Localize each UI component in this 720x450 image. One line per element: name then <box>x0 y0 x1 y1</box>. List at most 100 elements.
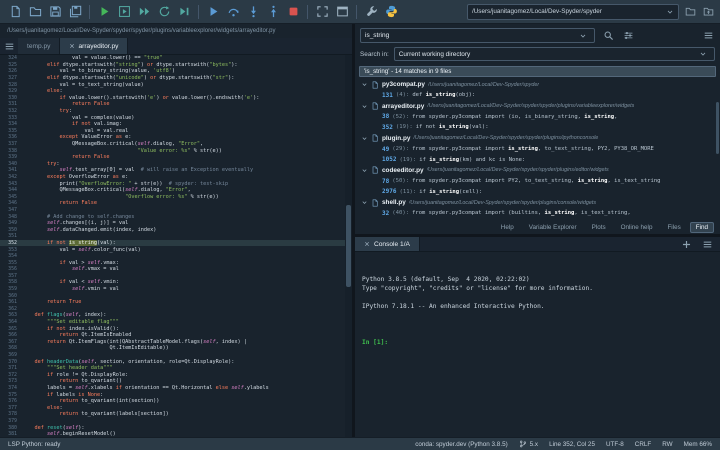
code-line[interactable]: 368 Qt.ItemIsEditable)) <box>0 345 352 352</box>
code-line[interactable]: 379 <box>0 418 352 425</box>
code-line[interactable]: 343 print("OverflowError: " + str(e)) # … <box>0 180 352 187</box>
fullscreen-icon[interactable] <box>334 4 350 20</box>
close-tab-icon[interactable] <box>69 43 75 49</box>
code-line[interactable]: 348 # Add change to self.changes <box>0 213 352 220</box>
run-selection-icon[interactable] <box>176 4 192 20</box>
parent-directory-icon[interactable] <box>701 5 715 19</box>
code-line[interactable]: 370 def headerData(self, section, orient… <box>0 358 352 365</box>
code-line[interactable]: 376 return to_qvariant(int(section)) <box>0 398 352 405</box>
code-line[interactable]: 338 "Value error: %s" % str(e)) <box>0 147 352 154</box>
code-line[interactable]: 335 val = val.real <box>0 128 352 135</box>
code-line[interactable]: 365 if not index.isValid(): <box>0 325 352 332</box>
find-match-row[interactable]: 2976(11):if is_string(cell): <box>355 187 720 198</box>
code-line[interactable]: 337 QMessageBox.critical(self.dialog, "E… <box>0 141 352 148</box>
code-line[interactable]: 356 self.vmax = val <box>0 266 352 273</box>
browse-directory-icon[interactable] <box>683 5 697 19</box>
code-line[interactable]: 375 if labels is None: <box>0 391 352 398</box>
run-cell-advance-icon[interactable] <box>136 4 152 20</box>
code-line[interactable]: 374 labels = self.xlabels if orientation… <box>0 385 352 392</box>
code-line[interactable]: 367 return Qt.ItemFlags(int(QAbstractTab… <box>0 339 352 346</box>
code-line[interactable]: 344 QMessageBox.critical(self.dialog, "E… <box>0 187 352 194</box>
close-console-icon[interactable] <box>364 241 370 247</box>
code-line[interactable]: 353 val = self.color_func(val) <box>0 246 352 253</box>
code-line[interactable]: 328 val = to_text_string(value) <box>0 81 352 88</box>
step-into-icon[interactable] <box>245 4 261 20</box>
code-line[interactable]: 361 return True <box>0 299 352 306</box>
code-line[interactable]: 326 val = to_binary_string(value, 'utf8'… <box>0 68 352 75</box>
editor-tab-temp[interactable]: temp.py <box>18 38 60 54</box>
find-menu-icon[interactable] <box>701 29 715 43</box>
code-line[interactable]: 378 return to_qvariant(labels[section]) <box>0 411 352 418</box>
code-line[interactable]: 362 <box>0 306 352 313</box>
pane-tab-plots[interactable]: Plots <box>586 222 612 233</box>
code-line[interactable]: 352 if not is_string(val): <box>0 240 352 247</box>
search-input[interactable]: is_string <box>360 28 595 43</box>
code-line[interactable]: 332 try: <box>0 108 352 115</box>
search-history-caret-icon[interactable] <box>576 29 590 43</box>
code-line[interactable]: 325 elif dtype.startswith("string") or d… <box>0 62 352 69</box>
code-line[interactable]: 342 except OverflowError as e: <box>0 174 352 181</box>
run-cell-icon[interactable] <box>116 4 132 20</box>
code-line[interactable]: 349 self.changes[(i, j)] = val <box>0 220 352 227</box>
find-file-row[interactable]: plugin.py/Users/juanitagomez/Local/Dev-S… <box>355 133 720 144</box>
code-editor[interactable]: 324 val = value.lower() == "true"325 eli… <box>0 55 352 437</box>
find-match-row[interactable]: 32(40):from spyder.py3compat import (bui… <box>355 208 720 219</box>
step-over-icon[interactable] <box>225 4 241 20</box>
code-line[interactable]: 324 val = value.lower() == "true" <box>0 55 352 62</box>
code-line[interactable]: 340 try: <box>0 161 352 168</box>
open-file-icon[interactable] <box>27 4 43 20</box>
code-line[interactable]: 333 val = complex(value) <box>0 114 352 121</box>
find-file-row[interactable]: arrayeditor.py/Users/juanitagomez/Local/… <box>355 101 720 112</box>
code-line[interactable]: 372 if role != Qt.DisplayRole: <box>0 372 352 379</box>
code-line[interactable]: 355 if val > self.vmax: <box>0 259 352 266</box>
run-file-icon[interactable] <box>96 4 112 20</box>
working-directory-select[interactable]: /Users/juanitagomez/Local/Dev-Spyder/spy… <box>467 4 679 20</box>
save-file-icon[interactable] <box>47 4 63 20</box>
code-line[interactable]: 354 <box>0 253 352 260</box>
search-location-select[interactable]: Current working directory <box>394 47 715 61</box>
code-line[interactable]: 360 <box>0 292 352 299</box>
workdir-caret-icon[interactable] <box>666 8 674 16</box>
code-line[interactable]: 364 """Set editable flag""" <box>0 319 352 326</box>
code-line[interactable]: 334 if not val.imag: <box>0 121 352 128</box>
find-match-row[interactable]: 38(52):from spyder.py3compat import (io,… <box>355 112 720 123</box>
debug-file-icon[interactable] <box>205 4 221 20</box>
find-match-row[interactable]: 49(29):from spyder.py3compat import is_s… <box>355 144 720 155</box>
code-line[interactable]: 330 if value.lower().startswith('e') or … <box>0 95 352 102</box>
find-file-row[interactable]: py3compat.py/Users/juanitagomez/Local/De… <box>355 79 720 90</box>
find-file-row[interactable]: codeeditor.py/Users/juanitagomez/Local/D… <box>355 165 720 176</box>
step-out-icon[interactable] <box>265 4 281 20</box>
preferences-icon[interactable] <box>363 4 379 20</box>
code-line[interactable]: 359 self.vmin = val <box>0 286 352 293</box>
code-line[interactable]: 347 <box>0 207 352 214</box>
find-match-row[interactable]: 352(19):if not is_string(val): <box>355 122 720 133</box>
console-tab[interactable]: Console 1/A <box>355 237 420 251</box>
code-line[interactable]: 346 return False <box>0 200 352 207</box>
find-match-row[interactable]: 78(50):from spyder.py3compat import PY2,… <box>355 176 720 187</box>
pane-tab-find[interactable]: Find <box>690 222 714 233</box>
code-line[interactable]: 339 return False <box>0 154 352 161</box>
code-line[interactable]: 357 <box>0 273 352 280</box>
pane-tab-online-help[interactable]: Online help <box>615 222 659 233</box>
pane-tab-files[interactable]: Files <box>661 222 686 233</box>
code-line[interactable]: 341 self.test_array[0] = val # will rais… <box>0 167 352 174</box>
save-all-icon[interactable] <box>67 4 83 20</box>
results-scrollbar[interactable] <box>716 102 719 154</box>
pane-tab-help[interactable]: Help <box>495 222 520 233</box>
code-line[interactable]: 369 <box>0 352 352 359</box>
maximize-pane-icon[interactable] <box>314 4 330 20</box>
editor-tab-arrayeditor[interactable]: arrayeditor.py <box>60 38 128 54</box>
editor-scrollbar[interactable] <box>345 55 352 437</box>
new-console-icon[interactable] <box>679 237 693 251</box>
code-line[interactable]: 351 <box>0 233 352 240</box>
stop-debug-icon[interactable] <box>285 4 301 20</box>
python-env-icon[interactable] <box>383 4 399 20</box>
code-line[interactable]: 363 def flags(self, index): <box>0 312 352 319</box>
code-line[interactable]: 366 return Qt.ItemIsEnabled <box>0 332 352 339</box>
interpreter-status[interactable]: conda: spyder.dev (Python 3.8.5) <box>415 441 507 448</box>
code-line[interactable]: 350 self.dataChanged.emit(index, index) <box>0 226 352 233</box>
search-button-icon[interactable] <box>601 29 615 43</box>
console-output[interactable]: Python 3.8.5 (default, Sep 4 2020, 02:22… <box>355 252 720 370</box>
rerun-cell-icon[interactable] <box>156 4 172 20</box>
code-line[interactable]: 377 else: <box>0 404 352 411</box>
